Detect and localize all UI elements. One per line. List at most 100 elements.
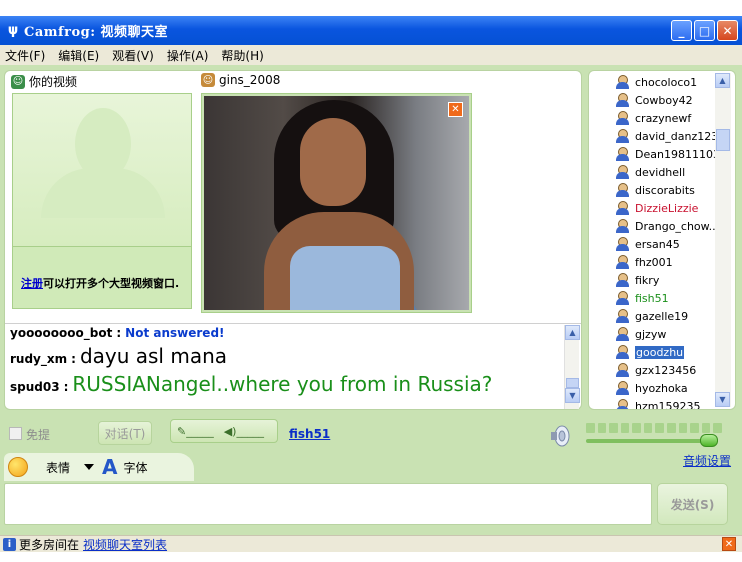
menu-bar: 文件(F) 编辑(E) 观看(V) 操作(A) 帮助(H) bbox=[0, 45, 742, 65]
user-list-item[interactable]: gazelle19 bbox=[615, 307, 715, 325]
user-list-item[interactable]: Cowboy42 bbox=[615, 91, 715, 109]
chevron-down-icon[interactable] bbox=[84, 464, 95, 470]
user-list-item[interactable]: hyozhoka bbox=[615, 379, 715, 397]
user-icon bbox=[615, 290, 631, 306]
hands-free-label: 免提 bbox=[26, 428, 51, 442]
main-area: ☺ 你的视频 ☺ gins_2008 注册可以打开多个大型视频窗口. ✕ yoo… bbox=[0, 65, 742, 535]
controls-row: 免提 对话(T) ✎_____ ◀)_____ fish51 音频设置 bbox=[0, 419, 742, 468]
info-icon: i bbox=[3, 537, 16, 551]
menu-edit[interactable]: 编辑(E) bbox=[58, 47, 99, 64]
user-icon bbox=[615, 92, 631, 108]
chat-text: RUSSIANangel..where you from in Russia? bbox=[72, 372, 493, 396]
user-name: fikry bbox=[635, 273, 660, 287]
user-list-item[interactable]: hzm159235 bbox=[615, 397, 715, 409]
camfrog-logo-icon: ψ bbox=[7, 23, 19, 38]
minimize-button[interactable]: _ bbox=[671, 20, 692, 41]
user-name: discorabits bbox=[635, 183, 695, 197]
user-list-item[interactable]: discorabits bbox=[615, 181, 715, 199]
menu-view[interactable]: 观看(V) bbox=[112, 47, 154, 64]
volume-slider-knob[interactable] bbox=[700, 434, 718, 447]
user-icon bbox=[615, 308, 631, 324]
remote-video-box[interactable]: ✕ bbox=[201, 93, 472, 313]
user-icon bbox=[615, 344, 631, 360]
maximize-button[interactable]: □ bbox=[694, 20, 715, 41]
users-icon: ☺ bbox=[201, 73, 215, 87]
my-video-box: 注册可以打开多个大型视频窗口. bbox=[12, 93, 192, 309]
volume-slider-track[interactable] bbox=[586, 439, 718, 443]
silhouette-icon bbox=[41, 108, 165, 218]
remote-video-label: gins_2008 bbox=[219, 73, 281, 87]
user-name: devidhell bbox=[635, 165, 686, 179]
close-status-button[interactable]: ✕ bbox=[722, 537, 736, 551]
user-list-item[interactable]: Drango_chow... bbox=[615, 217, 719, 235]
user-list-item[interactable]: fish51 bbox=[615, 289, 715, 307]
chat-message: yoooooooo_bot : Not answered! bbox=[10, 326, 559, 344]
menu-file[interactable]: 文件(F) bbox=[5, 47, 45, 64]
user-list-item[interactable]: devidhell bbox=[615, 163, 715, 181]
user-name: hyozhoka bbox=[635, 381, 688, 395]
hands-free-checkbox[interactable] bbox=[9, 427, 22, 440]
user-list[interactable]: chocoloco1 Cowboy42 crazynewf david_danz123… bbox=[615, 73, 720, 409]
my-video-label: 你的视频 bbox=[29, 75, 78, 89]
scroll-up-icon[interactable]: ▲ bbox=[715, 73, 730, 88]
user-list-item[interactable]: ersan45 bbox=[615, 235, 715, 253]
status-bar: i 更多房间在 视频聊天室列表 ✕ bbox=[0, 535, 742, 552]
user-list-item[interactable]: goodzhu bbox=[615, 343, 715, 361]
chat-message: rudy_xm : dayu asl mana bbox=[10, 344, 559, 372]
menu-actions[interactable]: 操作(A) bbox=[167, 47, 209, 64]
scroll-down-icon[interactable]: ▼ bbox=[565, 388, 580, 403]
current-nick-link[interactable]: fish51 bbox=[289, 427, 330, 441]
user-list-item[interactable]: david_danz123 bbox=[615, 127, 719, 145]
scroll-thumb[interactable] bbox=[566, 378, 579, 388]
close-button[interactable]: ✕ bbox=[717, 20, 738, 41]
message-toolbar: 表情 A 字体 bbox=[4, 453, 194, 481]
smiley-icon[interactable] bbox=[8, 457, 28, 477]
user-name: ersan45 bbox=[635, 237, 680, 251]
chat-text: dayu asl mana bbox=[79, 344, 228, 368]
user-icon bbox=[615, 380, 631, 396]
user-list-item[interactable]: fhz001 bbox=[615, 253, 715, 271]
speaker-icon[interactable] bbox=[549, 425, 571, 447]
send-button[interactable]: 发送(S) bbox=[657, 483, 728, 525]
scroll-up-icon[interactable]: ▲ bbox=[565, 325, 580, 340]
register-link[interactable]: 注册 bbox=[21, 277, 43, 290]
user-list-item[interactable]: crazynewf bbox=[615, 109, 715, 127]
user-icon bbox=[615, 74, 631, 90]
user-icon bbox=[615, 272, 631, 288]
user-icon bbox=[615, 326, 631, 342]
room-list-link[interactable]: 视频聊天室列表 bbox=[83, 536, 167, 553]
chat-log[interactable]: yoooooooo_bot : Not answered! rudy_xm : … bbox=[5, 323, 581, 409]
user-list-item[interactable]: DizzieLizzie bbox=[615, 199, 715, 217]
user-list-item[interactable]: gzx123456 bbox=[615, 361, 715, 379]
chat-separator: : bbox=[116, 326, 122, 340]
chat-message: spud03 : RUSSIANangel..where you from in… bbox=[10, 372, 559, 402]
title-bar[interactable]: ψ Camfrog: 视频聊天室 _ □ ✕ bbox=[0, 16, 742, 45]
chat-separator: : bbox=[71, 352, 76, 366]
user-name: DizzieLizzie bbox=[635, 201, 699, 215]
register-note: 注册可以打开多个大型视频窗口. bbox=[13, 246, 191, 308]
chat-scrollbar[interactable]: ▲ ▼ bbox=[564, 325, 580, 409]
user-list-scrollbar[interactable]: ▲ ▼ bbox=[715, 73, 731, 407]
register-note-text: 可以打开多个大型视频窗口. bbox=[43, 277, 180, 290]
audio-settings-link[interactable]: 音频设置 bbox=[683, 452, 731, 469]
emoticons-button[interactable]: 表情 bbox=[46, 459, 70, 476]
user-icon bbox=[615, 398, 631, 409]
menu-help[interactable]: 帮助(H) bbox=[221, 47, 263, 64]
top-strip bbox=[0, 0, 742, 16]
user-list-item[interactable]: gjzyw bbox=[615, 325, 715, 343]
window-title: Camfrog: 视频聊天室 bbox=[24, 25, 169, 40]
chat-nick: rudy_xm bbox=[10, 352, 68, 366]
talk-button[interactable]: 对话(T) bbox=[98, 421, 152, 445]
message-input[interactable] bbox=[4, 483, 652, 525]
font-icon[interactable]: A bbox=[102, 455, 117, 479]
user-list-item[interactable]: Dean19811103 bbox=[615, 145, 720, 163]
scroll-thumb[interactable] bbox=[716, 129, 730, 151]
scroll-down-icon[interactable]: ▼ bbox=[715, 392, 730, 407]
mic-level: ✎_____ bbox=[177, 424, 214, 438]
user-list-item[interactable]: chocoloco1 bbox=[615, 73, 715, 91]
user-list-item[interactable]: fikry bbox=[615, 271, 715, 289]
user-name: david_danz123 bbox=[635, 129, 719, 143]
close-video-button[interactable]: ✕ bbox=[448, 102, 463, 117]
webcam-video: ✕ bbox=[204, 96, 469, 310]
font-button[interactable]: 字体 bbox=[124, 459, 148, 476]
